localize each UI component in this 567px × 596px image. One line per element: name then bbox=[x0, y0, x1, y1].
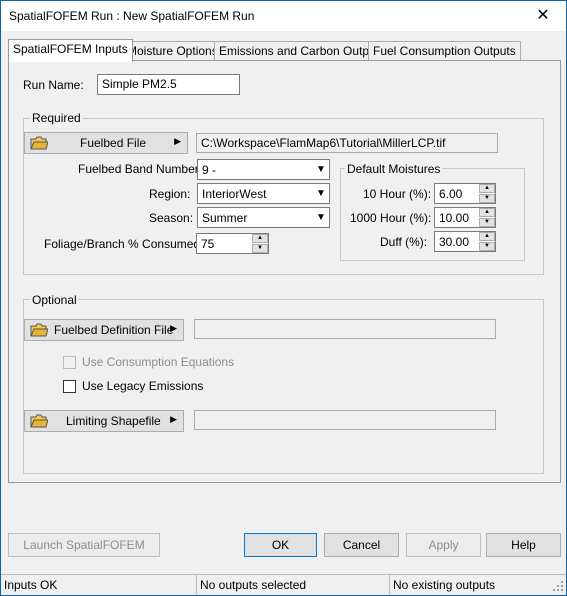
spin-down-icon[interactable]: ▼ bbox=[479, 242, 495, 251]
spin-down-icon[interactable]: ▼ bbox=[479, 218, 495, 227]
checkbox-box[interactable] bbox=[63, 356, 76, 369]
fuelbed-file-path: C:\Workspace\FlamMap6\Tutorial\MillerLCP… bbox=[196, 133, 498, 153]
spin-down-icon[interactable]: ▼ bbox=[252, 244, 268, 253]
chevron-down-icon[interactable]: ▼ bbox=[312, 208, 329, 227]
region-select[interactable]: InteriorWest ▼ bbox=[197, 183, 330, 204]
status-outputs: No outputs selected bbox=[196, 574, 389, 595]
close-icon[interactable]: ✕ bbox=[520, 1, 566, 31]
arrow-right-icon: ▶ bbox=[174, 136, 181, 146]
duff-spinner[interactable]: 30.00 ▲ ▼ bbox=[434, 231, 496, 252]
tab-fuel-consumption-outputs[interactable]: Fuel Consumption Outputs bbox=[368, 41, 521, 61]
dialog-window: SpatialFOFEM Run : New SpatialFOFEM Run … bbox=[0, 0, 567, 596]
chevron-down-icon[interactable]: ▼ bbox=[312, 160, 329, 179]
use-legacy-emissions-checkbox[interactable]: Use Legacy Emissions bbox=[63, 378, 263, 394]
chevron-down-icon[interactable]: ▼ bbox=[312, 184, 329, 203]
checkbox-box[interactable] bbox=[63, 380, 76, 393]
required-group-title: Required bbox=[30, 111, 83, 125]
ten-hour-value: 6.00 bbox=[439, 187, 463, 201]
tab-panel-inputs: Run Name: Simple PM2.5 Required Fuelbed … bbox=[8, 60, 561, 483]
use-legacy-emissions-label: Use Legacy Emissions bbox=[82, 379, 204, 393]
band-number-select[interactable]: 9 - ▼ bbox=[197, 159, 330, 180]
limiting-shapefile-label: Limiting Shapefile bbox=[66, 414, 161, 428]
title-bar[interactable]: SpatialFOFEM Run : New SpatialFOFEM Run … bbox=[1, 1, 566, 31]
season-select[interactable]: Summer ▼ bbox=[197, 207, 330, 228]
fuelbed-definition-path bbox=[194, 319, 496, 339]
ten-hour-spinner[interactable]: 6.00 ▲ ▼ bbox=[434, 183, 496, 204]
folder-icon bbox=[30, 414, 48, 428]
folder-icon bbox=[30, 136, 48, 150]
resize-grip-icon[interactable] bbox=[550, 578, 564, 592]
run-name-label: Run Name: bbox=[23, 78, 84, 92]
spin-up-icon[interactable]: ▲ bbox=[252, 234, 268, 243]
region-value: InteriorWest bbox=[202, 187, 267, 201]
tab-spatialfofem-inputs[interactable]: SpatialFOFEM Inputs bbox=[8, 39, 133, 62]
launch-spatialfofem-button[interactable]: Launch SpatialFOFEM bbox=[8, 533, 160, 557]
fuelbed-file-button[interactable]: Fuelbed File ▶ bbox=[24, 132, 188, 154]
arrow-right-icon: ▶ bbox=[170, 414, 177, 424]
foliage-label: Foliage/Branch % Consumed: bbox=[44, 237, 204, 251]
tab-emissions-carbon-outputs[interactable]: Emissions and Carbon Outputs bbox=[214, 41, 391, 61]
cancel-button[interactable]: Cancel bbox=[324, 533, 399, 557]
spin-down-icon[interactable]: ▼ bbox=[479, 194, 495, 203]
apply-button[interactable]: Apply bbox=[406, 533, 481, 557]
run-name-input[interactable]: Simple PM2.5 bbox=[97, 74, 240, 95]
thousand-hour-value: 10.00 bbox=[439, 211, 470, 225]
use-consumption-equations-checkbox[interactable]: Use Consumption Equations bbox=[63, 354, 263, 370]
window-title: SpatialFOFEM Run : New SpatialFOFEM Run bbox=[9, 9, 255, 23]
fuelbed-definition-file-label: Fuelbed Definition File bbox=[54, 323, 174, 337]
arrow-right-icon: ▶ bbox=[170, 323, 177, 333]
region-label: Region: bbox=[149, 187, 191, 201]
help-button[interactable]: Help bbox=[486, 533, 561, 557]
spin-up-icon[interactable]: ▲ bbox=[479, 208, 495, 217]
foliage-spinner[interactable]: 75 ▲ ▼ bbox=[196, 233, 269, 254]
season-label: Season: bbox=[149, 211, 194, 225]
fuelbed-file-label: Fuelbed File bbox=[80, 136, 147, 150]
status-inputs: Inputs OK bbox=[1, 574, 196, 595]
band-number-value: 9 - bbox=[202, 163, 217, 177]
duff-value: 30.00 bbox=[439, 235, 470, 249]
foliage-value: 75 bbox=[201, 237, 215, 251]
ok-button[interactable]: OK bbox=[244, 533, 317, 557]
thousand-hour-label: 1000 Hour (%): bbox=[350, 211, 432, 225]
thousand-hour-spinner[interactable]: 10.00 ▲ ▼ bbox=[434, 207, 496, 228]
limiting-shapefile-path bbox=[194, 410, 496, 430]
ten-hour-label: 10 Hour (%): bbox=[363, 187, 432, 201]
spin-up-icon[interactable]: ▲ bbox=[479, 232, 495, 241]
status-bar: Inputs OK No outputs selected No existin… bbox=[1, 574, 566, 595]
status-existing-outputs: No existing outputs bbox=[389, 574, 566, 595]
tab-moisture-options[interactable]: Moisture Options bbox=[122, 41, 223, 61]
use-consumption-equations-label: Use Consumption Equations bbox=[82, 355, 235, 369]
optional-group-title: Optional bbox=[30, 293, 79, 307]
season-value: Summer bbox=[202, 211, 248, 225]
folder-icon bbox=[30, 323, 48, 337]
spin-up-icon[interactable]: ▲ bbox=[479, 184, 495, 193]
limiting-shapefile-button[interactable]: Limiting Shapefile ▶ bbox=[24, 410, 184, 432]
band-number-label: Fuelbed Band Number: bbox=[78, 162, 203, 176]
default-moistures-title: Default Moistures bbox=[345, 162, 443, 176]
fuelbed-definition-file-button[interactable]: Fuelbed Definition File ▶ bbox=[24, 319, 184, 341]
duff-label: Duff (%): bbox=[380, 235, 428, 249]
